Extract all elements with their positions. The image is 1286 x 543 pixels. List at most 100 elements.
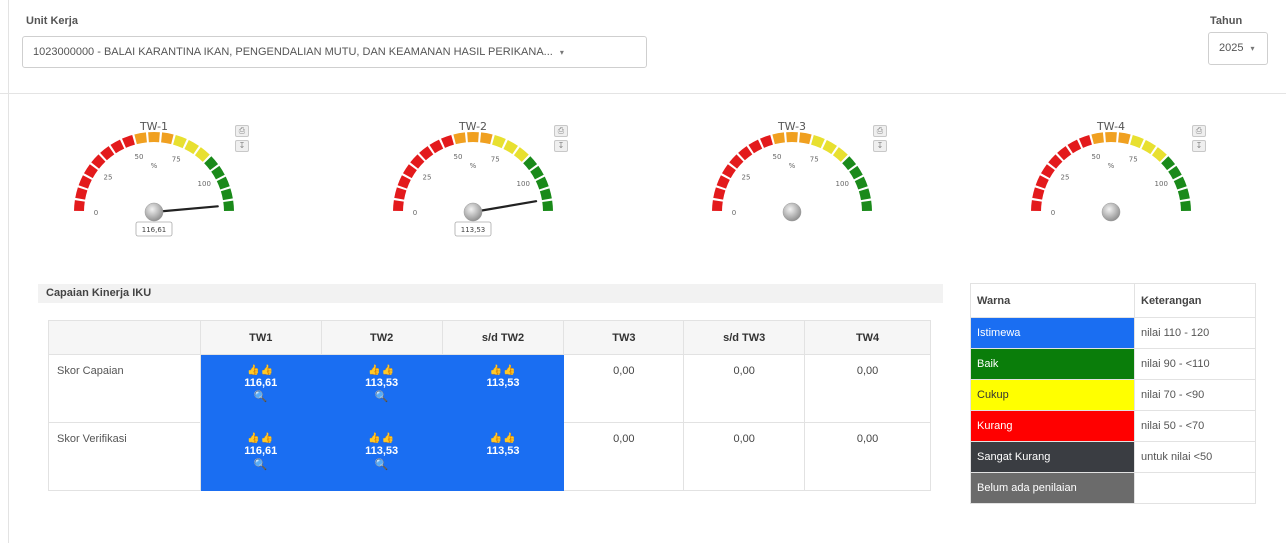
gauge-band-segment xyxy=(1168,165,1182,180)
gauge-band-segment xyxy=(1031,200,1042,212)
gauge-band-segment xyxy=(480,132,493,145)
gauge-band-segment xyxy=(122,135,135,148)
legend-description: nilai 70 - <90 xyxy=(1134,379,1256,411)
cell-tw1-capaian[interactable]: 👍👍 116,61 🔍 xyxy=(199,354,322,423)
gauge-dial: TW-1 0 25 50 75 100% 116,61 xyxy=(74,120,234,237)
print-icon[interactable]: ⎙ xyxy=(873,125,887,137)
cell-value: 113,53 xyxy=(486,445,520,457)
gauge-tick-label: 50 xyxy=(454,153,463,161)
gauge-band-segment xyxy=(467,132,479,143)
row-label-skor-capaian: Skor Capaian xyxy=(48,354,201,423)
legend-color-belum-ada-penilaian: Belum ada penilaian xyxy=(970,472,1135,504)
gauge-band-segment xyxy=(410,154,425,169)
unit-kerja-select[interactable]: 1023000000 - BALAI KARANTINA IKAN, PENGE… xyxy=(22,36,647,68)
gauge-hub xyxy=(782,202,802,222)
gauge-band-segment xyxy=(453,132,466,145)
gauge-band-segment xyxy=(83,164,98,179)
cell-tw3-verifikasi: 0,00 xyxy=(563,422,685,491)
gauge-export-tools: ⎙↧ xyxy=(554,122,577,152)
cell-tw2-capaian[interactable]: 👍👍 113,53 🔍 xyxy=(320,354,443,423)
legend-header-keterangan: Keterangan xyxy=(1134,283,1256,318)
gauge-band-segment xyxy=(716,175,730,189)
search-icon[interactable]: 🔍 xyxy=(201,458,321,471)
gauge-dial: TW-2 0 25 50 75 100% 113,53 xyxy=(393,120,553,237)
gauge-band-segment xyxy=(110,139,125,154)
legend-description xyxy=(1134,472,1256,504)
gauge-band-segment xyxy=(854,176,868,190)
gauge-band-segment xyxy=(1141,139,1156,155)
gauge-needle xyxy=(471,200,538,214)
gauge-band-segment xyxy=(822,139,837,155)
print-icon[interactable]: ⎙ xyxy=(554,125,568,137)
gauge-unit-label: % xyxy=(151,162,158,170)
row-label-skor-verifikasi: Skor Verifikasi xyxy=(48,422,201,491)
gauge-tick-label: 75 xyxy=(810,155,819,163)
thumbs-up-icon: 👍👍 xyxy=(489,365,517,376)
legend-color-istimewa: Istimewa xyxy=(970,317,1135,349)
gauge-band-segment xyxy=(748,139,763,154)
gauge-band-segment xyxy=(74,200,85,212)
download-icon[interactable]: ↧ xyxy=(235,140,249,152)
gauge-tw3: TW-3 0 25 50 75 100% ⎙↧ xyxy=(696,108,896,248)
download-icon[interactable]: ↧ xyxy=(873,140,887,152)
gauge-band-segment xyxy=(1118,132,1131,145)
legend-row: Cukup nilai 70 - <90 xyxy=(970,379,1256,411)
search-icon[interactable]: 🔍 xyxy=(322,390,442,403)
legend-color-baik: Baik xyxy=(970,348,1135,380)
gauge-band-segment xyxy=(1173,176,1187,190)
gauge-unit-label: % xyxy=(789,162,796,170)
cell-sd-tw2-verifikasi: 👍👍 113,53 xyxy=(441,422,565,491)
gauge-export-tools: ⎙↧ xyxy=(235,122,258,152)
gauge-band-segment xyxy=(729,154,744,169)
gauge-value-label: 116,61 xyxy=(142,226,167,234)
cell-sd-tw3-capaian: 0,00 xyxy=(683,354,806,423)
gauge-unit-label: % xyxy=(470,162,477,170)
search-icon[interactable]: 🔍 xyxy=(322,458,442,471)
gauge-band-segment xyxy=(786,132,798,143)
gauge-export-tools: ⎙↧ xyxy=(1192,122,1215,152)
gauge-title: TW-4 xyxy=(1096,120,1125,133)
cell-tw1-verifikasi[interactable]: 👍👍 116,61 🔍 xyxy=(199,422,322,491)
gauge-band-segment xyxy=(393,200,404,212)
gauge-band-segment xyxy=(91,154,106,169)
cell-value: 113,53 xyxy=(365,445,399,457)
legend-row: Istimewa nilai 110 - 120 xyxy=(970,317,1256,349)
gauge-tick-label: 0 xyxy=(732,209,736,217)
gauge-band-segment xyxy=(1067,139,1082,154)
gauge-hub xyxy=(1101,202,1121,222)
gauge-band-segment xyxy=(1130,135,1144,149)
column-header-sd-tw2: s/d TW2 xyxy=(441,320,565,355)
legend-description: untuk nilai <50 xyxy=(1134,441,1256,473)
gauge-band-segment xyxy=(75,187,88,200)
gauge-band-segment xyxy=(429,139,444,154)
cell-tw2-verifikasi[interactable]: 👍👍 113,53 🔍 xyxy=(320,422,443,491)
gauge-tick-label: 0 xyxy=(94,209,98,217)
gauge-tick-label: 50 xyxy=(1092,153,1101,161)
print-icon[interactable]: ⎙ xyxy=(1192,125,1206,137)
gauge-band-segment xyxy=(503,139,518,155)
table-row: Skor Capaian 👍👍 116,61 🔍 👍👍 113,53 🔍 👍👍 … xyxy=(48,354,931,423)
gauge-band-segment xyxy=(858,188,871,201)
gauge-band-segment xyxy=(738,146,753,161)
gauge-tick-label: 50 xyxy=(135,153,144,161)
legend-description: nilai 50 - <70 xyxy=(1134,410,1256,442)
search-icon[interactable]: 🔍 xyxy=(201,390,321,403)
gauge-band-segment xyxy=(523,156,538,171)
gauge-band-segment xyxy=(535,176,549,190)
column-header-tw4: TW4 xyxy=(804,320,931,355)
iku-header-row: TW1 TW2 s/d TW2 TW3 s/d TW3 TW4 xyxy=(48,320,931,355)
print-icon[interactable]: ⎙ xyxy=(235,125,249,137)
gauge-hub xyxy=(144,202,164,222)
gauge-band-segment xyxy=(760,135,773,148)
download-icon[interactable]: ↧ xyxy=(1192,140,1206,152)
gauge-tw1: TW-1 0 25 50 75 100% 116,61 ⎙↧ xyxy=(58,108,258,248)
column-header-blank xyxy=(48,320,201,355)
gauge-tick-label: 100 xyxy=(836,180,849,188)
download-icon[interactable]: ↧ xyxy=(554,140,568,152)
gauge-band-segment xyxy=(394,187,407,200)
tahun-select[interactable]: 2025 ▾ xyxy=(1208,32,1268,65)
cell-sd-tw2-capaian: 👍👍 113,53 xyxy=(441,354,565,423)
gauge-band-segment xyxy=(223,200,234,212)
gauge-tw2: TW-2 0 25 50 75 100% 113,53 ⎙↧ xyxy=(377,108,577,248)
filter-panel: Unit Kerja 1023000000 - BALAI KARANTINA … xyxy=(0,0,1286,94)
